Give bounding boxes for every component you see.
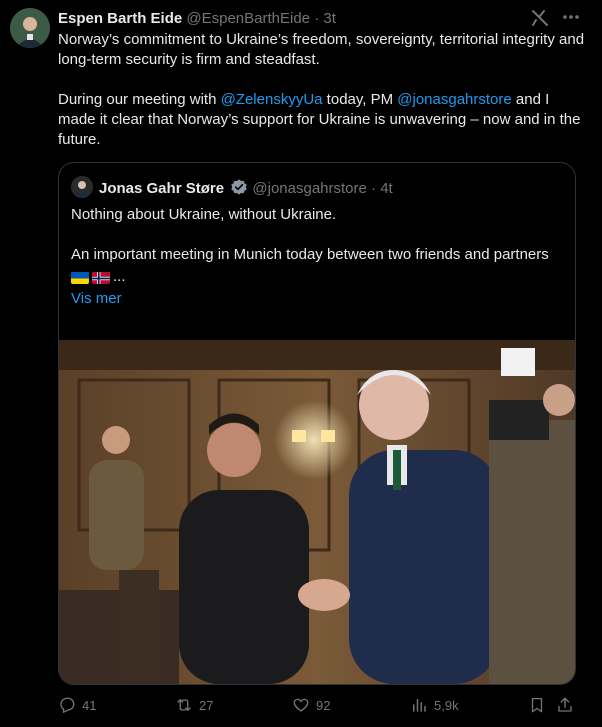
separator-dot: ·: [371, 180, 377, 197]
quote-paragraph-1: Nothing about Ukraine, without Ukraine.: [71, 206, 337, 223]
repost-count: 27: [199, 697, 214, 713]
share-icon: [558, 697, 572, 712]
post-text-segment: today, PM: [322, 91, 398, 108]
separator-dot: ·: [314, 10, 320, 27]
post-paragraph-1: Norway’s commitment to Ukraine’s freedom…: [58, 31, 585, 68]
flag-emojis: ...: [71, 267, 561, 287]
author-name[interactable]: Espen Barth Eide: [58, 10, 182, 27]
grok-icon[interactable]: [530, 8, 550, 28]
norway-flag-icon: [92, 271, 110, 284]
more-icon[interactable]: [560, 6, 582, 28]
quote-time[interactable]: 4t: [380, 180, 393, 197]
quote-photo[interactable]: [59, 340, 575, 684]
verified-icon: [231, 179, 247, 195]
author-avatar[interactable]: [10, 8, 50, 48]
bookmark-icon: [531, 697, 543, 713]
quote-author-name[interactable]: Jonas Gahr Støre: [99, 180, 224, 197]
reply-icon: [60, 697, 75, 714]
like-icon: [293, 698, 309, 712]
reply-button[interactable]: 41: [58, 694, 96, 716]
post-time[interactable]: 3t: [323, 10, 336, 27]
quote-text: Nothing about Ukraine, without Ukraine. …: [71, 205, 561, 309]
post-paragraph-2: During our meeting with @ZelenskyyUa tod…: [58, 90, 588, 150]
repost-button[interactable]: 27: [175, 694, 213, 716]
views-count: 5,9k: [434, 697, 459, 713]
bookmark-button[interactable]: [528, 694, 552, 716]
tweet[interactable]: Espen Barth Eide @EspenBarthEide · 3t No…: [0, 0, 602, 727]
show-more-link[interactable]: Vis mer: [71, 289, 561, 309]
ellipsis: ...: [113, 268, 126, 285]
post-text-segment: During our meeting with: [58, 91, 221, 108]
post-header: Espen Barth Eide @EspenBarthEide · 3t: [58, 10, 336, 28]
repost-icon: [177, 699, 191, 711]
views-icon: [413, 699, 426, 712]
mention-jonasgahrstore[interactable]: @jonasgahrstore: [397, 91, 511, 108]
quote-author-handle[interactable]: @jonasgahrstore: [252, 180, 366, 197]
quoted-post[interactable]: Jonas Gahr Støre @jonasgahrstore · 4t No…: [58, 162, 576, 685]
share-button[interactable]: [556, 694, 580, 716]
reply-count: 41: [82, 697, 97, 713]
quote-author-avatar[interactable]: [71, 176, 93, 198]
action-bar: 41 27 92 5,9k: [0, 694, 602, 716]
views-button[interactable]: 5,9k: [410, 694, 459, 716]
post-text: Norway’s commitment to Ukraine’s freedom…: [58, 30, 588, 150]
quote-paragraph-2: An important meeting in Munich today bet…: [71, 246, 549, 263]
like-button[interactable]: 92: [292, 694, 330, 716]
quote-header: Jonas Gahr Støre @jonasgahrstore · 4t: [99, 178, 393, 198]
author-handle[interactable]: @EspenBarthEide: [186, 10, 310, 27]
ukraine-flag-icon: [71, 271, 89, 284]
mention-zelenskyy[interactable]: @ZelenskyyUa: [221, 91, 323, 108]
like-count: 92: [316, 697, 331, 713]
